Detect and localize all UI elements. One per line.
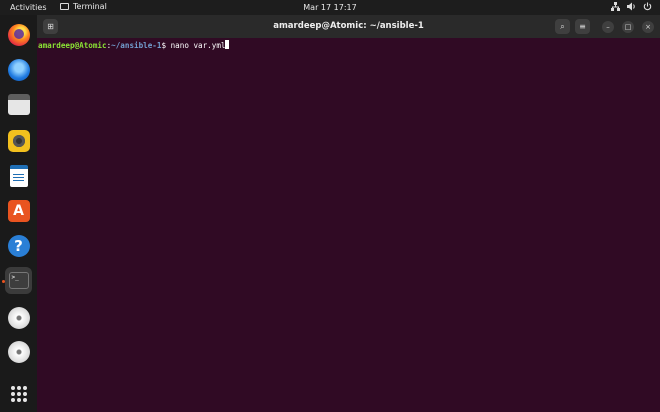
dock-terminal[interactable]: >_ [5, 267, 32, 294]
firefox-icon [7, 23, 30, 46]
dock-disc-2[interactable] [5, 338, 32, 365]
disc-icon [7, 306, 30, 329]
system-tray[interactable] [611, 2, 652, 14]
maximize-button[interactable]: □ [622, 21, 634, 33]
dock: A ? >_ [0, 15, 37, 412]
prompt-user-host: amardeep@Atomic [38, 41, 107, 50]
maximize-icon: □ [624, 23, 632, 31]
search-button[interactable]: ⌕ [555, 19, 570, 34]
rhythmbox-icon [7, 129, 30, 152]
dock-firefox[interactable] [5, 21, 32, 48]
network-icon[interactable] [611, 2, 620, 14]
dock-rhythmbox[interactable] [5, 127, 32, 154]
dock-help[interactable]: ? [5, 232, 32, 259]
thunderbird-icon [7, 58, 30, 81]
disc-icon [7, 340, 30, 363]
minimize-button[interactable]: – [602, 21, 614, 33]
search-icon: ⌕ [560, 21, 565, 31]
top-bar: Activities Terminal Mar 17 17:17 [0, 0, 660, 15]
dock-software[interactable]: A [5, 197, 32, 224]
close-button[interactable]: × [642, 21, 654, 33]
menu-button[interactable]: ≡ [575, 19, 590, 34]
hamburger-icon: ≡ [579, 22, 586, 31]
volume-icon[interactable] [627, 2, 636, 14]
close-icon: × [645, 23, 651, 31]
files-icon [7, 93, 30, 115]
dock-thunderbird[interactable] [5, 56, 32, 83]
software-icon: A [7, 199, 30, 222]
show-apps-button[interactable] [5, 380, 32, 407]
minimize-icon: – [606, 23, 610, 31]
dock-writer[interactable] [5, 162, 32, 189]
text-cursor [225, 40, 230, 49]
writer-icon [9, 164, 28, 187]
terminal-output[interactable]: amardeep@Atomic:~/ansible-1$ nano var.ym… [38, 40, 230, 50]
dock-files[interactable] [5, 92, 32, 119]
command-text: nano var.yml [166, 41, 226, 50]
power-icon[interactable] [643, 2, 652, 14]
terminal-icon: >_ [8, 272, 29, 289]
dock-disc-1[interactable] [5, 304, 32, 331]
prompt-path: ~/ansible-1 [111, 41, 162, 50]
header-bar[interactable]: ⊞ amardeep@Atomic: ~/ansible-1 ⌕ ≡ – □ × [37, 15, 660, 38]
help-icon: ? [7, 234, 30, 257]
terminal-window[interactable]: ⊞ amardeep@Atomic: ~/ansible-1 ⌕ ≡ – □ ×… [37, 15, 660, 412]
app-grid-icon [10, 385, 27, 402]
clock[interactable]: Mar 17 17:17 [0, 3, 660, 12]
